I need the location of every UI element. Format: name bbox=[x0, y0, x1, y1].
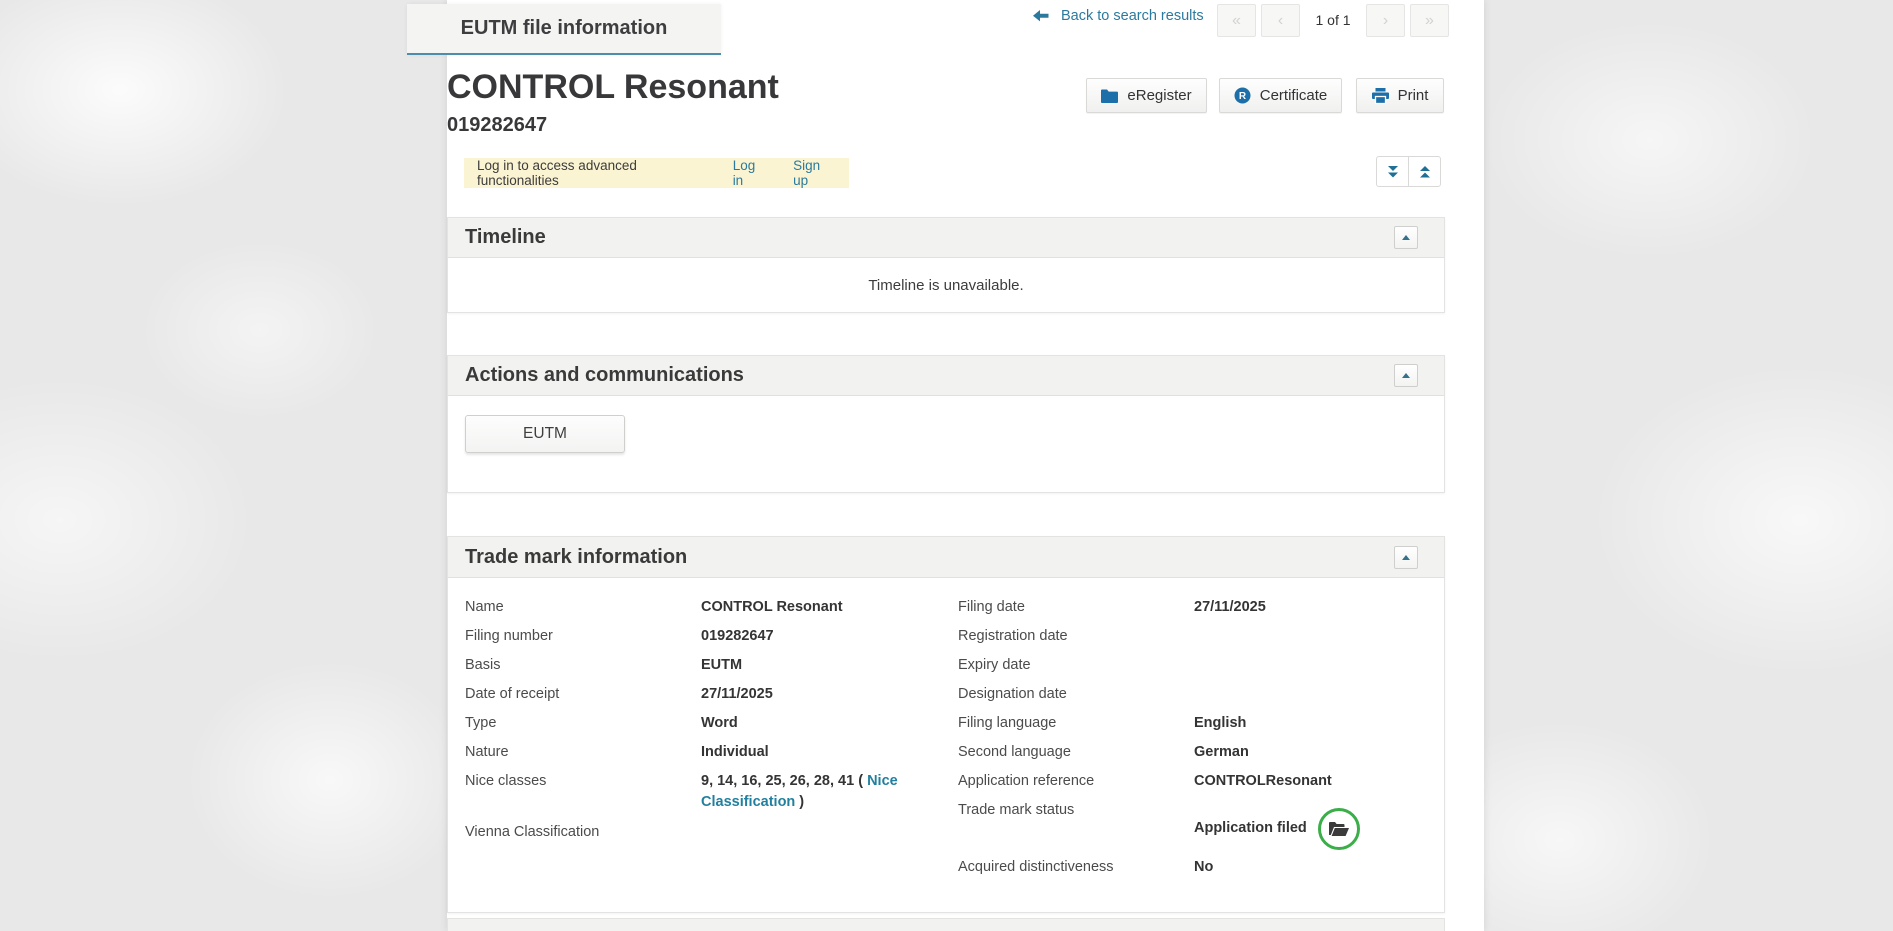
field-expiry-date: Expiry date bbox=[958, 655, 1429, 684]
certificate-label: Certificate bbox=[1260, 87, 1328, 104]
trademark-section-header: Trade mark information bbox=[448, 537, 1444, 578]
trademark-title: Trade mark information bbox=[465, 546, 687, 568]
field-vienna-classification: Vienna Classification bbox=[465, 822, 958, 851]
eregister-button[interactable]: eRegister bbox=[1086, 78, 1207, 113]
last-page-button[interactable]: » bbox=[1410, 4, 1449, 37]
trademark-status-value: Application filed bbox=[1194, 818, 1307, 839]
result-pager: « ‹ 1 of 1 › » bbox=[1217, 4, 1449, 37]
field-acquired-distinctiveness: Acquired distinctiveness No bbox=[958, 857, 1429, 886]
trademark-collapse-button[interactable] bbox=[1394, 546, 1418, 569]
collapse-triangle-icon bbox=[1402, 373, 1410, 378]
field-trademark-status: Trade mark status Application filed bbox=[958, 800, 1429, 857]
nice-classes-values: 9, 14, 16, 25, 26, 28, 41 ( bbox=[701, 773, 867, 789]
pager-position-label: 1 of 1 bbox=[1305, 4, 1361, 37]
folder-icon bbox=[1101, 89, 1118, 103]
collapse-all-button[interactable] bbox=[1408, 156, 1441, 187]
actions-title: Actions and communications bbox=[465, 364, 744, 386]
login-banner-message: Log in to access advanced functionalitie… bbox=[477, 158, 707, 188]
timeline-section-header: Timeline bbox=[448, 218, 1444, 258]
application-filed-open-folder-icon bbox=[1318, 808, 1360, 850]
previous-page-icon: ‹ bbox=[1278, 12, 1283, 30]
actions-body: EUTM bbox=[448, 396, 1444, 492]
nice-classes-suffix: ) bbox=[795, 794, 804, 810]
timeline-title: Timeline bbox=[465, 226, 546, 248]
field-basis: Basis EUTM bbox=[465, 655, 958, 684]
print-button[interactable]: Print bbox=[1356, 78, 1444, 113]
timeline-section: Timeline Timeline is unavailable. bbox=[447, 217, 1445, 313]
field-type: Type Word bbox=[465, 713, 958, 742]
back-to-search-results-link[interactable]: Back to search results bbox=[1033, 8, 1204, 24]
timeline-unavailable-message: Timeline is unavailable. bbox=[868, 277, 1023, 294]
eregister-label: eRegister bbox=[1127, 87, 1191, 104]
first-page-icon: « bbox=[1232, 12, 1241, 30]
actions-section: Actions and communications EUTM bbox=[447, 355, 1445, 493]
field-application-reference: Application reference CONTROLResonant bbox=[958, 771, 1429, 800]
application-number: 019282647 bbox=[447, 114, 547, 137]
next-page-icon: › bbox=[1383, 12, 1388, 30]
next-section-header-partial bbox=[447, 918, 1445, 931]
svg-text:R: R bbox=[1239, 91, 1247, 102]
field-filing-language: Filing language English bbox=[958, 713, 1429, 742]
field-nature: Nature Individual bbox=[465, 742, 958, 771]
login-banner: Log in to access advanced functionalitie… bbox=[464, 158, 849, 188]
back-arrow-icon bbox=[1033, 10, 1049, 22]
field-filing-number: Filing number 019282647 bbox=[465, 626, 958, 655]
certificate-button[interactable]: R Certificate bbox=[1219, 78, 1342, 113]
page-title: CONTROL Resonant bbox=[447, 68, 779, 107]
field-date-of-receipt: Date of receipt 27/11/2025 bbox=[465, 684, 958, 713]
next-page-button[interactable]: › bbox=[1366, 4, 1405, 37]
trademark-body: Name CONTROL Resonant Filing number 0192… bbox=[448, 578, 1444, 912]
printer-icon bbox=[1372, 88, 1389, 104]
login-link[interactable]: Log in bbox=[733, 158, 767, 188]
collapse-triangle-icon bbox=[1402, 235, 1410, 240]
expand-collapse-group bbox=[1376, 156, 1441, 187]
actions-collapse-button[interactable] bbox=[1394, 364, 1418, 387]
eutm-tab-button[interactable]: EUTM bbox=[465, 415, 625, 453]
actions-section-header: Actions and communications bbox=[448, 356, 1444, 396]
field-name: Name CONTROL Resonant bbox=[465, 597, 958, 626]
double-chevron-down-icon bbox=[1386, 165, 1400, 179]
collapse-triangle-icon bbox=[1402, 555, 1410, 560]
trademark-left-column: Name CONTROL Resonant Filing number 0192… bbox=[465, 597, 958, 912]
timeline-collapse-button[interactable] bbox=[1394, 226, 1418, 249]
print-label: Print bbox=[1398, 87, 1429, 104]
tab-eutm-file-information[interactable]: EUTM file information bbox=[407, 4, 721, 55]
last-page-icon: » bbox=[1425, 12, 1434, 30]
field-second-language: Second language German bbox=[958, 742, 1429, 771]
field-designation-date: Designation date bbox=[958, 684, 1429, 713]
timeline-body: Timeline is unavailable. bbox=[448, 258, 1444, 312]
previous-page-button[interactable]: ‹ bbox=[1261, 4, 1300, 37]
registered-mark-icon: R bbox=[1234, 87, 1251, 104]
field-nice-classes: Nice classes 9, 14, 16, 25, 26, 28, 41 (… bbox=[465, 771, 958, 822]
trademark-info-section: Trade mark information Name CONTROL Reso… bbox=[447, 536, 1445, 913]
field-filing-date: Filing date 27/11/2025 bbox=[958, 597, 1429, 626]
double-chevron-up-icon bbox=[1418, 165, 1432, 179]
back-link-label: Back to search results bbox=[1061, 8, 1204, 24]
first-page-button[interactable]: « bbox=[1217, 4, 1256, 37]
signup-link[interactable]: Sign up bbox=[793, 158, 836, 188]
expand-all-button[interactable] bbox=[1376, 156, 1409, 187]
trademark-right-column: Filing date 27/11/2025 Registration date… bbox=[958, 597, 1429, 912]
field-registration-date: Registration date bbox=[958, 626, 1429, 655]
